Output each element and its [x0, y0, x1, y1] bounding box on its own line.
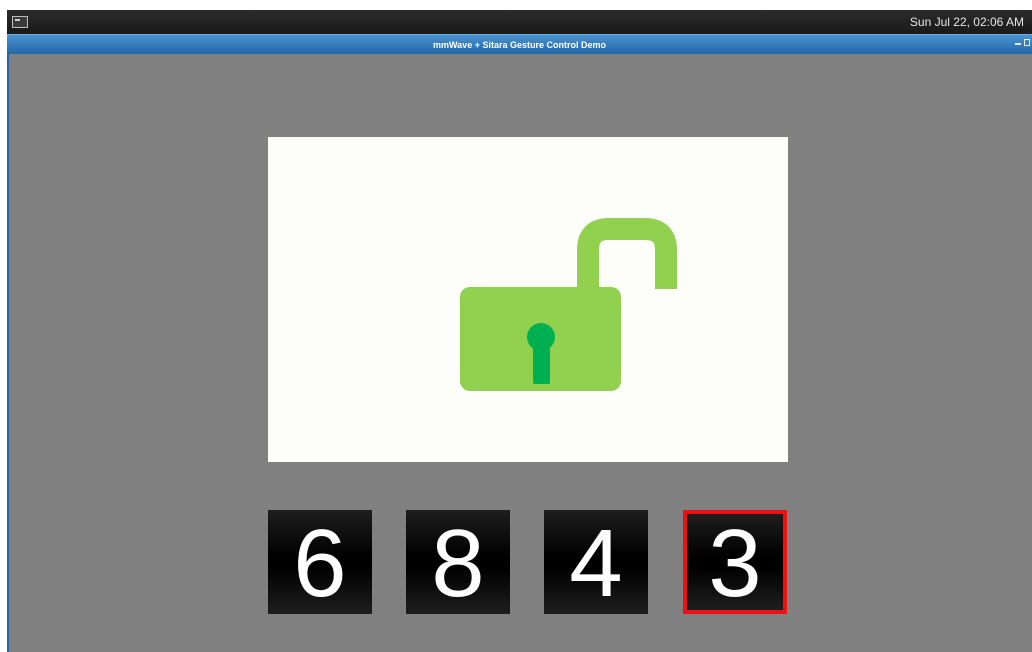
unlocked-padlock-icon: [460, 218, 677, 391]
code-digit-3-value: 4: [569, 510, 623, 617]
code-digit-1[interactable]: 6: [268, 510, 372, 614]
clock[interactable]: Sun Jul 22, 02:06 AM: [910, 15, 1024, 29]
minimize-icon[interactable]: [1015, 43, 1021, 45]
code-digit-4-value: 3: [708, 510, 762, 617]
padlock-keyhole-slot: [533, 337, 550, 384]
window-titlebar[interactable]: mmWave + Sitara Gesture Control Demo: [7, 34, 1032, 54]
padlock-shackle: [577, 218, 677, 289]
window-title: mmWave + Sitara Gesture Control Demo: [433, 39, 606, 50]
code-digit-2[interactable]: 8: [406, 510, 510, 614]
code-digit-3[interactable]: 4: [544, 510, 648, 614]
window-controls: [1015, 39, 1030, 46]
code-digit-4-selected[interactable]: 3: [683, 510, 787, 614]
top-panel: Sun Jul 22, 02:06 AM: [7, 10, 1032, 34]
lock-status-panel: [268, 137, 788, 462]
terminal-icon[interactable]: [12, 16, 28, 28]
maximize-icon[interactable]: [1024, 39, 1030, 46]
code-digit-1-value: 6: [293, 510, 347, 617]
code-digit-2-value: 8: [431, 510, 485, 617]
